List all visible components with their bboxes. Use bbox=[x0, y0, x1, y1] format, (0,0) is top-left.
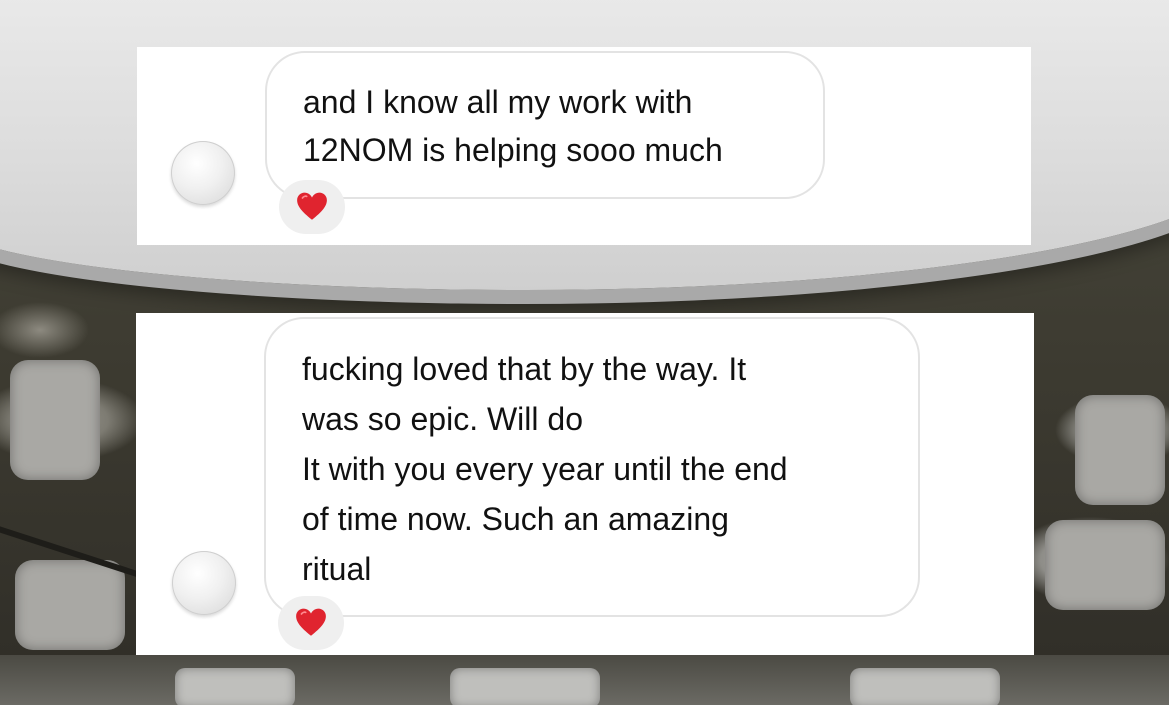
cobblestone bbox=[450, 668, 600, 705]
message-bubble[interactable]: and I know all my work with 12NOM is hel… bbox=[265, 51, 825, 199]
message-line: 12NOM is helping sooo much bbox=[303, 132, 723, 168]
cobblestone bbox=[175, 668, 295, 705]
reaction-badge[interactable] bbox=[279, 180, 345, 234]
message-screenshot-1: and I know all my work with 12NOM is hel… bbox=[137, 47, 1031, 245]
message-line: It with you every year until the end bbox=[302, 451, 788, 487]
message-line: and I know all my work with bbox=[303, 84, 693, 120]
message-line: fucking loved that by the way. It bbox=[302, 351, 747, 387]
message-line: ritual bbox=[302, 551, 372, 587]
cobblestone bbox=[1045, 520, 1165, 610]
cobblestone bbox=[1075, 395, 1165, 505]
cobblestone bbox=[850, 668, 1000, 705]
cobblestone bbox=[15, 560, 125, 650]
avatar-circle-icon bbox=[171, 141, 235, 205]
reaction-badge[interactable] bbox=[278, 596, 344, 650]
heart-icon bbox=[296, 608, 326, 636]
message-line: of time now. Such an amazing bbox=[302, 501, 729, 537]
avatar-circle-icon bbox=[172, 551, 236, 615]
message-screenshot-2: fucking loved that by the way. It was so… bbox=[136, 313, 1034, 655]
message-line: was so epic. Will do bbox=[302, 401, 583, 437]
cobblestone bbox=[10, 360, 100, 480]
heart-icon bbox=[297, 192, 327, 220]
message-bubble[interactable]: fucking loved that by the way. It was so… bbox=[264, 317, 920, 617]
